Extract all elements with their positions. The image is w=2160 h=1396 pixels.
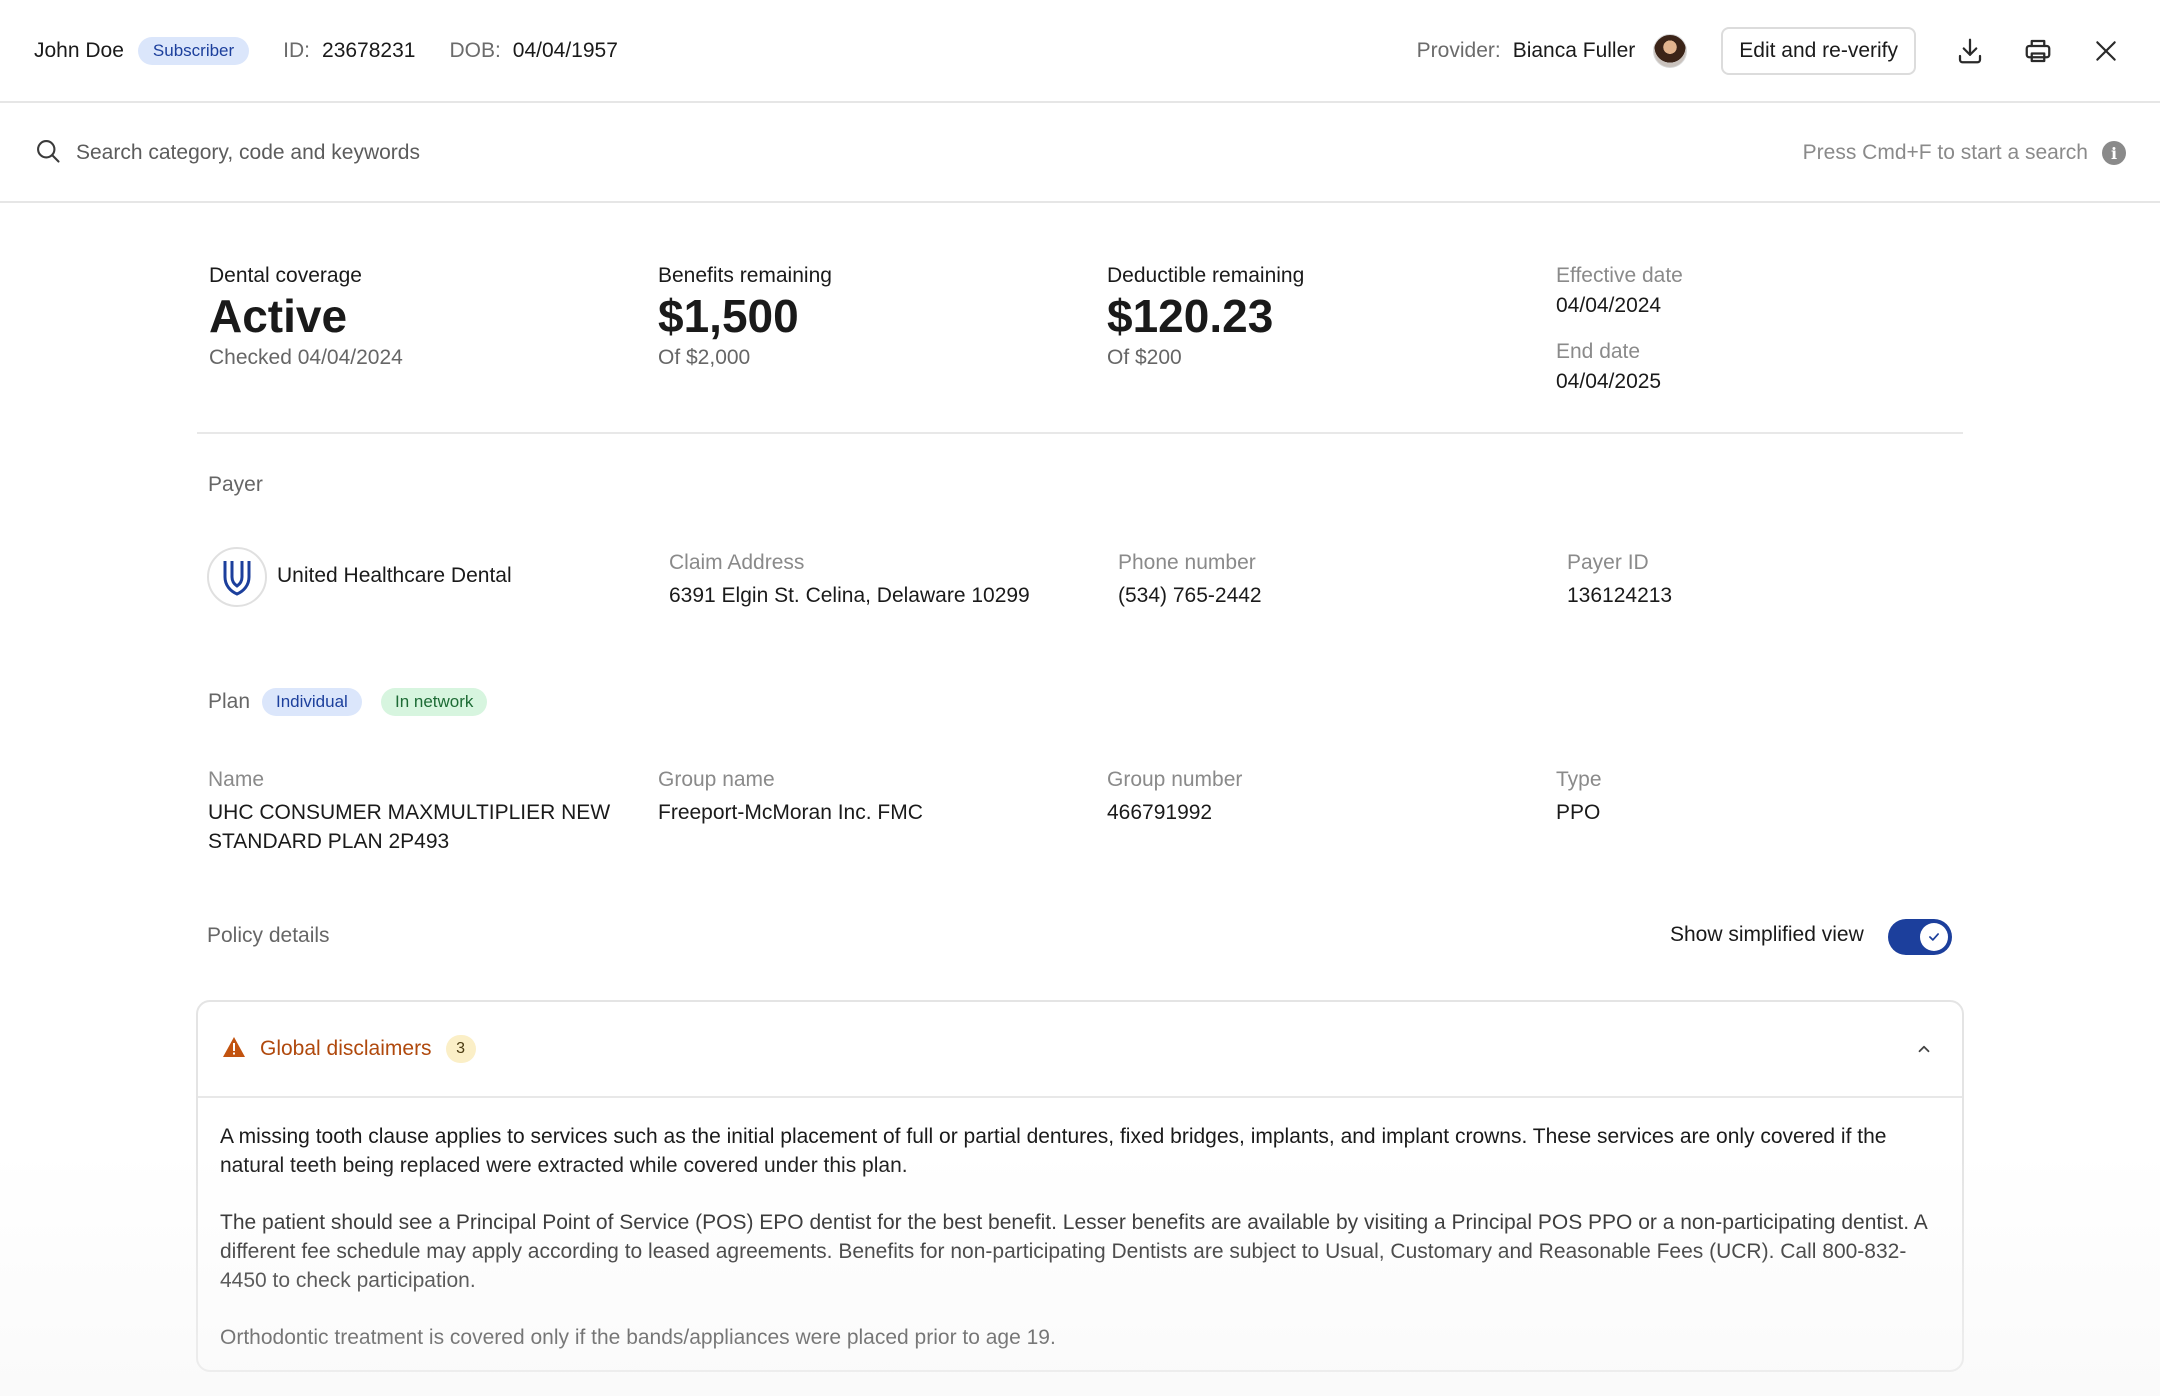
close-icon[interactable]: [2086, 31, 2126, 71]
plan-type-value: PPO: [1556, 801, 1601, 824]
search-hint: Press Cmd+F to start a search: [1802, 141, 2088, 164]
phone-number-field: Phone number (534) 765-2442: [1118, 551, 1262, 610]
policy-section-label: Policy details: [207, 924, 330, 947]
benefits-remaining-stat: Benefits remaining $1,500 Of $2,000: [658, 264, 832, 370]
payer-name: United Healthcare Dental: [277, 564, 512, 587]
search-icon: [34, 137, 62, 170]
warning-icon: [222, 1036, 246, 1063]
header-actions: Provider: Bianca Fuller Edit and re-veri…: [1416, 26, 2126, 75]
simplified-view-toggle[interactable]: [1888, 919, 1952, 955]
info-icon[interactable]: i: [2102, 141, 2126, 165]
phone-number-value: (534) 765-2442: [1118, 584, 1262, 607]
id-value: 23678231: [322, 38, 416, 62]
claim-address-label: Claim Address: [669, 551, 805, 574]
plan-name-value: UHC CONSUMER MAXMULTIPLIER NEW STANDARD …: [208, 801, 611, 854]
id-label: ID:: [283, 38, 311, 62]
claim-address-field: Claim Address 6391 Elgin St. Celina, Del…: [669, 551, 1030, 610]
end-date-value: 04/04/2025: [1556, 370, 1662, 393]
group-number-label: Group number: [1107, 768, 1243, 791]
payer-logo: [207, 547, 267, 607]
end-date-label: End date: [1556, 340, 1641, 363]
plan-type-field: Type PPO: [1556, 768, 1602, 827]
edit-reverify-button[interactable]: Edit and re-verify: [1721, 26, 1916, 75]
dob-label: DOB:: [449, 38, 501, 62]
deductible-remaining-label: Deductible remaining: [1107, 264, 1305, 287]
chevron-up-icon[interactable]: [1910, 1035, 1938, 1063]
section-divider: [197, 432, 1963, 434]
dental-coverage-stat: Dental coverage Active Checked 04/04/202…: [209, 264, 403, 370]
plan-type-label: Type: [1556, 768, 1602, 791]
global-disclaimers-card: Global disclaimers 3 A missing tooth cla…: [196, 1000, 1964, 1372]
provider-name: Bianca Fuller: [1512, 38, 1636, 62]
group-name-field: Group name Freeport-McMoran Inc. FMC: [658, 768, 923, 827]
phone-number-label: Phone number: [1118, 551, 1256, 574]
benefits-remaining-value: $1,500: [658, 290, 799, 342]
plan-name-label: Name: [208, 768, 265, 791]
disclaimers-count-badge: 3: [445, 1035, 476, 1063]
effective-date-value: 04/04/2024: [1556, 294, 1662, 317]
dental-coverage-label: Dental coverage: [209, 264, 362, 287]
toggle-check-icon: [1920, 923, 1948, 951]
deductible-remaining-stat: Deductible remaining $120.23 Of $200: [1107, 264, 1304, 370]
deductible-remaining-value: $120.23: [1107, 290, 1274, 342]
payer-section-label: Payer: [208, 473, 263, 496]
disclaimer-item: A missing tooth clause applies to servic…: [220, 1125, 1887, 1177]
disclaimer-item: The patient should see a Principal Point…: [220, 1211, 1927, 1292]
disclaimer-item: Orthodontic treatment is covered only if…: [220, 1326, 1056, 1349]
search-bar: Press Cmd+F to start a search i: [0, 105, 2160, 203]
coverage-dates: Effective date 04/04/2024 End date 04/04…: [1556, 264, 1683, 394]
global-disclaimers-body: A missing tooth clause applies to servic…: [198, 1098, 1962, 1352]
payer-id-value: 136124213: [1567, 584, 1673, 607]
dental-coverage-value: Active: [209, 290, 348, 342]
plan-section-label: Plan: [208, 690, 251, 713]
payer-id-label: Payer ID: [1567, 551, 1649, 574]
patient-name: John Doe: [34, 38, 124, 62]
global-disclaimers-title: Global disclaimers: [260, 1037, 432, 1060]
in-network-badge: In network: [381, 688, 488, 716]
patient-info: John Doe Subscriber ID: 23678231 DOB: 04…: [34, 36, 618, 65]
print-icon[interactable]: [2018, 31, 2058, 71]
benefits-remaining-total: Of $2,000: [658, 346, 751, 370]
provider-avatar[interactable]: [1653, 33, 1688, 68]
group-name-value: Freeport-McMoran Inc. FMC: [658, 801, 923, 824]
group-number-field: Group number 466791992: [1107, 768, 1242, 827]
plan-name-field: Name UHC CONSUMER MAXMULTIPLIER NEW STAN…: [208, 768, 628, 857]
group-number-value: 466791992: [1107, 801, 1213, 824]
download-icon[interactable]: [1950, 31, 1990, 71]
claim-address-value: 6391 Elgin St. Celina, Delaware 10299: [669, 584, 1030, 607]
effective-date-label: Effective date: [1556, 264, 1683, 287]
deductible-remaining-total: Of $200: [1107, 346, 1182, 370]
simplified-view-label: Show simplified view: [1670, 923, 1864, 946]
global-disclaimers-header[interactable]: Global disclaimers 3: [198, 1002, 1962, 1098]
provider-label: Provider:: [1416, 38, 1501, 62]
search-input[interactable]: [76, 141, 1803, 165]
payer-id-field: Payer ID 136124213: [1567, 551, 1672, 610]
patient-header: John Doe Subscriber ID: 23678231 DOB: 04…: [0, 0, 2160, 103]
individual-badge: Individual: [262, 688, 362, 716]
group-name-label: Group name: [658, 768, 775, 791]
dental-coverage-checked: Checked 04/04/2024: [209, 346, 403, 370]
dob-value: 04/04/1957: [512, 38, 618, 62]
subscriber-badge: Subscriber: [137, 36, 250, 65]
benefits-remaining-label: Benefits remaining: [658, 264, 832, 287]
uhc-shield-icon: [223, 561, 251, 596]
